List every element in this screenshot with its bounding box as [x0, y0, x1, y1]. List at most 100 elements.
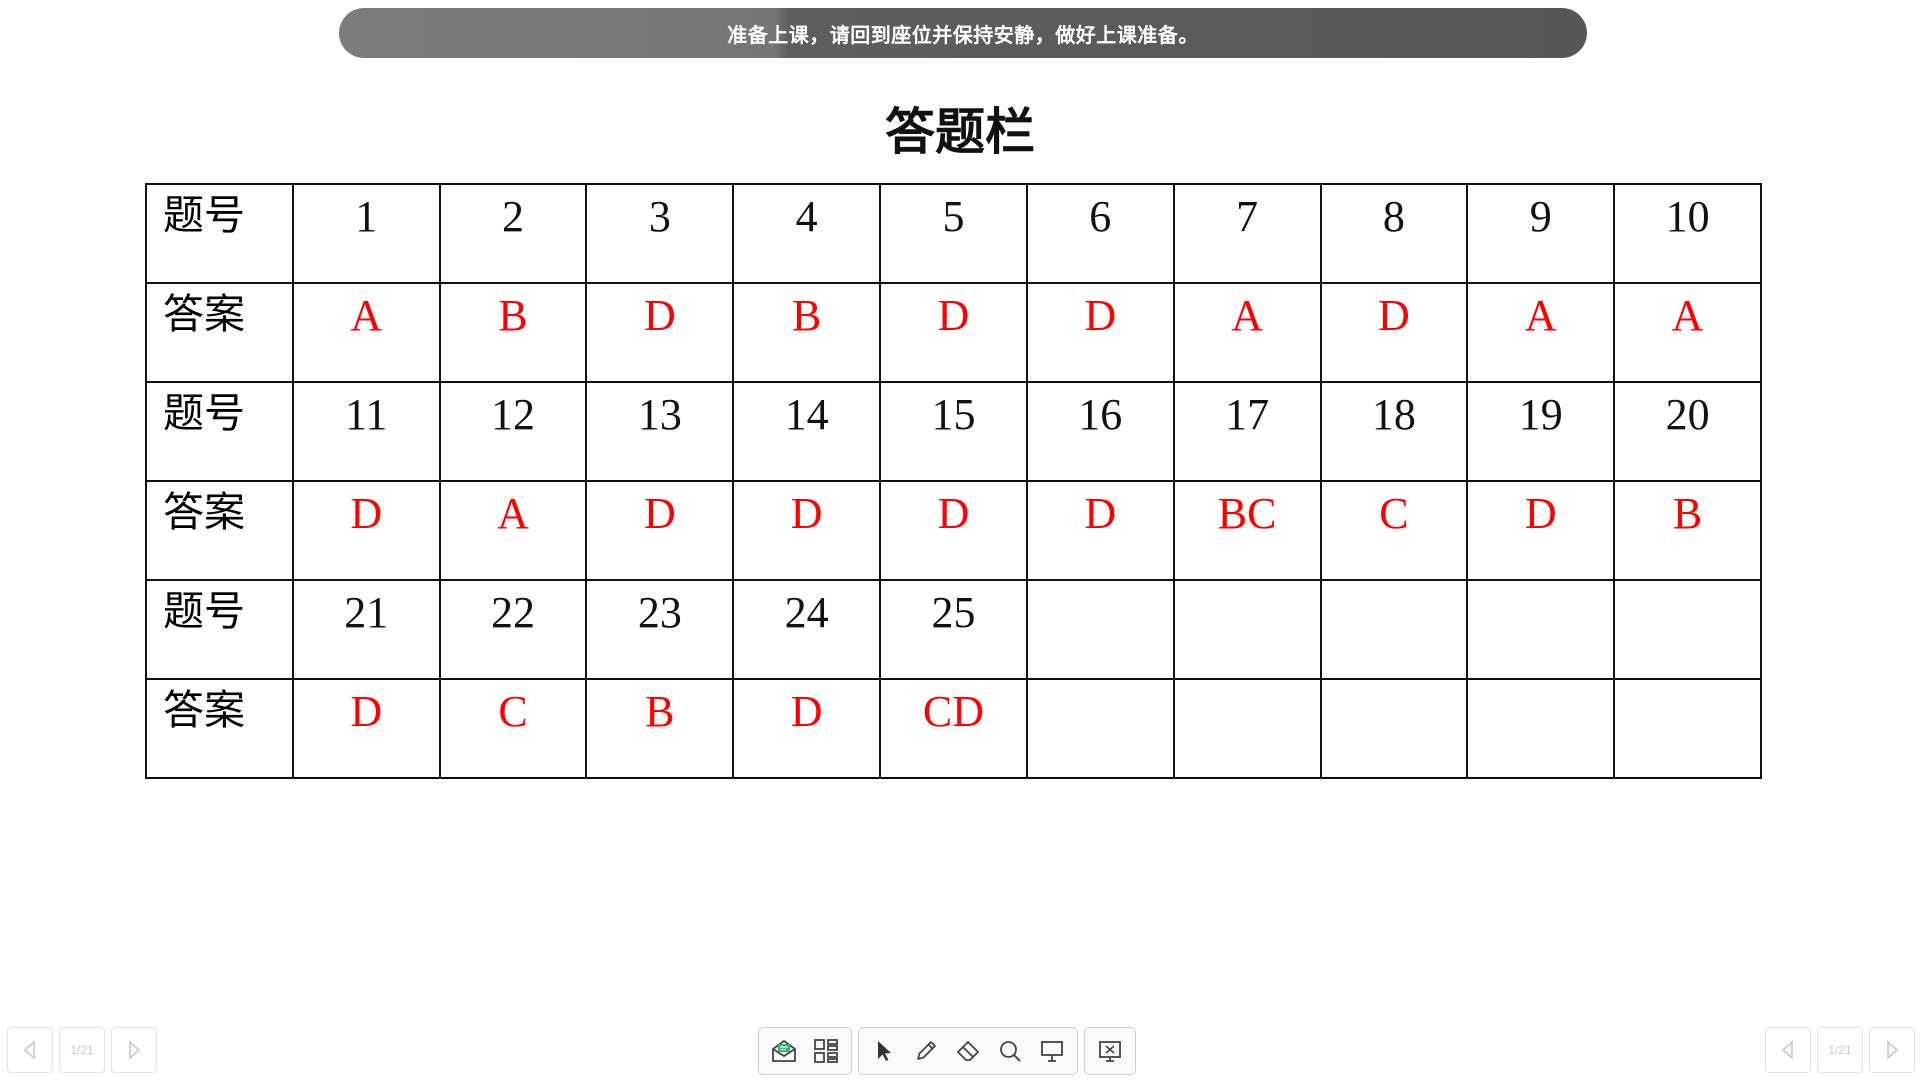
answer-cell: B	[438, 282, 588, 383]
whiteboard-button[interactable]	[1031, 1030, 1073, 1072]
question-number-cell	[1025, 579, 1175, 680]
pointer-icon	[878, 1041, 891, 1061]
apps-grid-icon	[814, 1039, 838, 1063]
question-number-cell	[1172, 579, 1322, 680]
answer-cell: C	[438, 678, 588, 779]
toolbar-group-apps	[758, 1027, 852, 1075]
notice-text: 准备上课，请回到座位并保持安静，做好上课准备。	[727, 24, 1199, 47]
page-indicator: 1/21	[1817, 1027, 1863, 1073]
chevron-right-icon	[129, 1040, 141, 1060]
answer-cell	[1319, 678, 1469, 779]
question-number-cell: 18	[1319, 381, 1469, 482]
question-number-cell: 3	[585, 183, 735, 284]
answer-cell: BC	[1172, 480, 1322, 581]
pen-tool-button[interactable]	[905, 1030, 947, 1072]
question-number-cell: 24	[732, 579, 882, 680]
question-number-cell: 13	[585, 381, 735, 482]
answer-cell: D	[732, 480, 882, 581]
answer-label: 答案	[145, 282, 294, 383]
answer-row: 答案 D A D D D D BC C D B	[145, 480, 1762, 581]
pen-icon	[917, 1041, 936, 1060]
apps-button[interactable]	[805, 1030, 847, 1072]
answer-cell: B	[1613, 480, 1762, 581]
question-number-cell: 19	[1466, 381, 1616, 482]
bottom-toolbar	[758, 1027, 1136, 1075]
answer-cell	[1025, 678, 1175, 779]
answer-cell: D	[879, 282, 1028, 383]
answer-row: 答案 D C B D CD	[145, 678, 1762, 779]
answer-cell: D	[585, 480, 735, 581]
chevron-right-icon	[1887, 1040, 1899, 1060]
question-number-row: 题号 21 22 23 24 25	[145, 579, 1762, 680]
whiteboard-icon	[1041, 1041, 1063, 1062]
eraser-icon	[957, 1041, 979, 1061]
page-title: 答题栏	[885, 103, 1035, 161]
answer-cell: A	[438, 480, 588, 581]
question-number-cell	[1319, 579, 1469, 680]
question-number-cell	[1466, 579, 1616, 680]
page-indicator: 1/21	[59, 1027, 105, 1073]
select-tool-button[interactable]	[863, 1030, 905, 1072]
question-number-cell: 20	[1613, 381, 1762, 482]
question-number-cell: 17	[1172, 381, 1322, 482]
question-number-cell: 16	[1025, 381, 1175, 482]
answer-cell: A	[1613, 282, 1762, 383]
answer-cell	[1466, 678, 1616, 779]
prev-page-button[interactable]	[7, 1027, 53, 1073]
answer-row: 答案 A B D B D D A D A A	[145, 282, 1762, 383]
question-number-cell: 12	[438, 381, 588, 482]
question-number-cell: 6	[1025, 183, 1175, 284]
question-number-cell: 14	[732, 381, 882, 482]
question-number-cell: 21	[291, 579, 441, 680]
answer-cell: D	[291, 480, 441, 581]
notice-banner: 准备上课，请回到座位并保持安静，做好上课准备。	[339, 8, 1587, 58]
question-number-cell: 25	[879, 579, 1028, 680]
answer-cell: D	[1466, 480, 1616, 581]
question-number-cell: 2	[438, 183, 588, 284]
answer-cell: C	[1319, 480, 1469, 581]
answer-cell: D	[1319, 282, 1469, 383]
answer-cell: D	[1025, 480, 1175, 581]
pager-right: 1/21	[1765, 1027, 1915, 1073]
question-number-cell: 4	[732, 183, 882, 284]
answer-cell	[1172, 678, 1322, 779]
messages-button[interactable]	[763, 1030, 805, 1072]
question-number-cell: 5	[879, 183, 1028, 284]
answer-cell: B	[585, 678, 735, 779]
question-number-cell: 11	[291, 381, 441, 482]
question-number-label: 题号	[145, 183, 294, 284]
eraser-tool-button[interactable]	[947, 1030, 989, 1072]
next-page-button[interactable]	[111, 1027, 157, 1073]
toolbar-group-exit	[1084, 1027, 1136, 1075]
answer-cell: CD	[879, 678, 1028, 779]
answer-cell: A	[291, 282, 441, 383]
exit-presentation-icon	[1099, 1041, 1121, 1062]
exit-presentation-button[interactable]	[1089, 1030, 1131, 1072]
question-number-cell: 1	[291, 183, 441, 284]
magnifier-icon	[1000, 1041, 1021, 1062]
answer-cell: D	[1025, 282, 1175, 383]
question-number-row: 题号 1 2 3 4 5 6 7 8 9 10	[145, 183, 1762, 284]
question-number-label: 题号	[145, 579, 294, 680]
answer-cell: A	[1172, 282, 1322, 383]
pager-left: 1/21	[7, 1027, 157, 1073]
next-page-button[interactable]	[1869, 1027, 1915, 1073]
answer-label: 答案	[145, 678, 294, 779]
zoom-tool-button[interactable]	[989, 1030, 1031, 1072]
answer-cell: D	[585, 282, 735, 383]
answer-cell: D	[291, 678, 441, 779]
answer-label: 答案	[145, 480, 294, 581]
chevron-left-icon	[23, 1040, 35, 1060]
question-number-cell: 15	[879, 381, 1028, 482]
question-number-cell: 9	[1466, 183, 1616, 284]
question-number-cell: 23	[585, 579, 735, 680]
prev-page-button[interactable]	[1765, 1027, 1811, 1073]
question-number-label: 题号	[145, 381, 294, 482]
answer-table: 题号 1 2 3 4 5 6 7 8 9 10 答案 A B D B D D A D A A 题号 11 12 13 14 15 16 1…	[145, 183, 1762, 779]
answer-cell: D	[732, 678, 882, 779]
envelope-icon	[772, 1039, 796, 1062]
question-number-cell: 22	[438, 579, 588, 680]
answer-cell	[1613, 678, 1762, 779]
toolbar-group-tools	[858, 1027, 1078, 1075]
question-number-row: 题号 11 12 13 14 15 16 17 18 19 20	[145, 381, 1762, 482]
